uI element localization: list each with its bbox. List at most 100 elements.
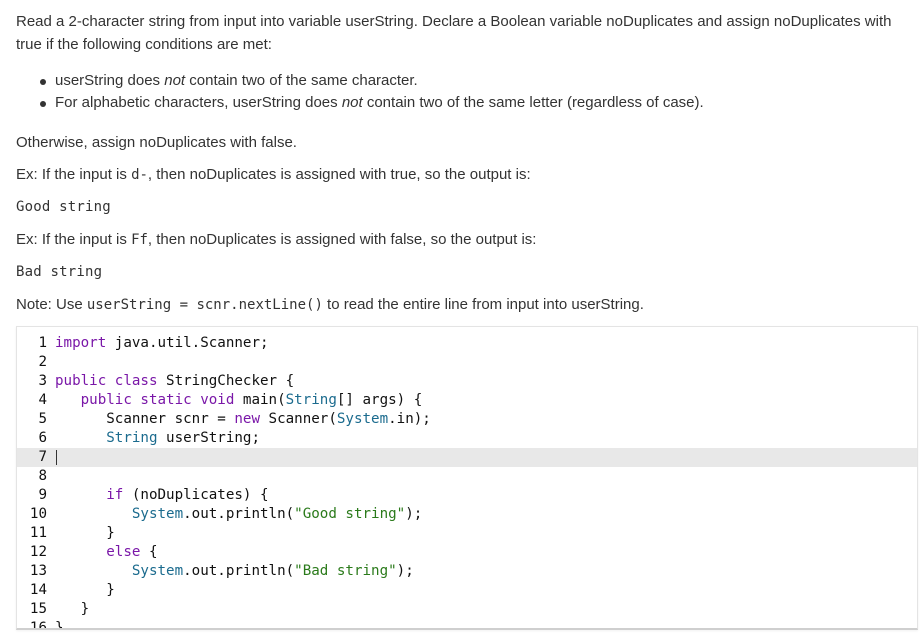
line-number: 11 bbox=[29, 525, 47, 541]
example-2-text: Ex: If the input is Ff, then noDuplicate… bbox=[16, 228, 908, 252]
code-line[interactable]: 6 String userString; bbox=[17, 429, 917, 448]
line-number: 15 bbox=[29, 601, 47, 617]
code-line[interactable]: 3 public class StringChecker { bbox=[17, 372, 917, 391]
example-input-code: d- bbox=[131, 167, 148, 183]
example-2-output: Bad string bbox=[16, 264, 103, 280]
code-line[interactable]: 12 else { bbox=[17, 543, 917, 562]
code-text: Scanner scnr = new Scanner(System.in); bbox=[55, 410, 431, 429]
code-line[interactable]: 7 bbox=[17, 448, 917, 467]
code-token: System bbox=[131, 506, 184, 522]
code-text: public static void main(String[] args) { bbox=[55, 391, 423, 410]
code-token: ); bbox=[405, 506, 423, 522]
code-text: else { bbox=[55, 543, 157, 562]
line-number: 2 bbox=[38, 354, 47, 370]
code-line[interactable]: 8 bbox=[17, 467, 917, 486]
code-token: .out.println( bbox=[183, 506, 295, 522]
code-editor[interactable]: 1 import java.util.Scanner; 2 3 public class… bbox=[16, 326, 918, 630]
note-code: userString = scnr.nextLine() bbox=[86, 297, 323, 313]
condition-text: For alphabetic characters, userString do… bbox=[55, 94, 342, 111]
example-1-output: Good string bbox=[16, 199, 111, 215]
condition-item: For alphabetic characters, userString do… bbox=[40, 92, 908, 114]
code-token: System bbox=[131, 563, 184, 579]
code-text: } bbox=[55, 619, 64, 630]
code-token: (noDuplicates) { bbox=[123, 487, 269, 503]
code-text: if (noDuplicates) { bbox=[55, 486, 269, 505]
code-line[interactable]: 2 bbox=[17, 353, 917, 372]
code-token: java.util.Scanner; bbox=[106, 335, 269, 351]
line-number: 1 bbox=[38, 335, 47, 351]
condition-emphasis: not bbox=[341, 94, 363, 111]
note-prefix: Note: Use bbox=[16, 296, 87, 313]
example-text: Ex: If the input is bbox=[16, 231, 132, 248]
code-token: main( bbox=[234, 392, 286, 408]
conditions-list: userString does not contain two of the s… bbox=[16, 70, 908, 114]
code-token: String bbox=[106, 430, 158, 446]
line-number: 7 bbox=[38, 449, 47, 465]
example-1-text: Ex: If the input is d-, then noDuplicate… bbox=[16, 163, 908, 187]
example-text: Ex: If the input is bbox=[16, 166, 132, 183]
code-token: import bbox=[55, 335, 107, 351]
code-line[interactable]: 5 Scanner scnr = new Scanner(System.in); bbox=[17, 410, 917, 429]
code-text: String userString; bbox=[55, 429, 260, 448]
example-text: , then noDuplicates is assigned with tru… bbox=[147, 166, 531, 183]
condition-item: userString does not contain two of the s… bbox=[40, 70, 908, 92]
example-text: , then noDuplicates is assigned with fal… bbox=[147, 231, 537, 248]
code-token: } bbox=[55, 525, 115, 541]
code-line[interactable]: 15 } bbox=[17, 600, 917, 619]
condition-text: userString does bbox=[55, 72, 165, 89]
line-number: 13 bbox=[29, 563, 47, 579]
code-token: [] args) { bbox=[336, 392, 423, 408]
code-token: "Bad string" bbox=[294, 563, 397, 579]
line-number: 16 bbox=[29, 620, 47, 630]
code-token: System bbox=[336, 411, 389, 427]
code-token: if bbox=[106, 487, 124, 503]
code-token: public class bbox=[55, 373, 158, 389]
code-line[interactable]: 10 System.out.println("Good string"); bbox=[17, 505, 917, 524]
code-token: .in); bbox=[388, 411, 431, 427]
code-line[interactable]: 4 public static void main(String[] args)… bbox=[17, 391, 917, 410]
example-input-code: Ff bbox=[131, 232, 148, 248]
line-number: 8 bbox=[38, 468, 47, 484]
code-text: } bbox=[55, 581, 115, 600]
code-token: public static void bbox=[80, 392, 235, 408]
intro-text: Read a 2-character string from input int… bbox=[16, 13, 892, 53]
code-line[interactable]: 11 } bbox=[17, 524, 917, 543]
code-token: StringChecker { bbox=[157, 373, 295, 389]
code-token: new bbox=[234, 411, 260, 427]
line-number: 9 bbox=[38, 487, 47, 503]
code-token: userString; bbox=[157, 430, 260, 446]
code-token: } bbox=[55, 620, 64, 630]
code-line[interactable]: 1 import java.util.Scanner; bbox=[17, 334, 917, 353]
condition-text: contain two of the same letter (regardle… bbox=[362, 94, 704, 111]
code-text: } bbox=[55, 524, 115, 543]
code-token: ); bbox=[396, 563, 414, 579]
line-number: 5 bbox=[38, 411, 47, 427]
code-line[interactable]: 9 if (noDuplicates) { bbox=[17, 486, 917, 505]
code-text: public class StringChecker { bbox=[55, 372, 294, 391]
code-token: Scanner scnr = bbox=[55, 411, 235, 427]
code-line[interactable]: 16} bbox=[17, 619, 917, 630]
line-number: 6 bbox=[38, 430, 47, 446]
line-number: 10 bbox=[29, 506, 47, 522]
code-text bbox=[55, 448, 57, 467]
condition-text: contain two of the same character. bbox=[185, 72, 418, 89]
code-token: String bbox=[285, 392, 337, 408]
code-token: "Good string" bbox=[294, 506, 406, 522]
condition-emphasis: not bbox=[164, 72, 186, 89]
code-line[interactable]: 13 System.out.println("Bad string"); bbox=[17, 562, 917, 581]
problem-statement: Read a 2-character string from input int… bbox=[16, 10, 908, 317]
code-text: import java.util.Scanner; bbox=[55, 334, 269, 353]
note-text: Note: Use userString = scnr.nextLine() t… bbox=[16, 293, 908, 317]
line-number: 3 bbox=[38, 373, 47, 389]
line-number: 12 bbox=[29, 544, 47, 560]
code-text: } bbox=[55, 600, 90, 619]
otherwise-text: Otherwise, assign noDuplicates with fals… bbox=[16, 134, 297, 151]
code-line[interactable]: 14 } bbox=[17, 581, 917, 600]
code-token: } bbox=[55, 601, 90, 617]
